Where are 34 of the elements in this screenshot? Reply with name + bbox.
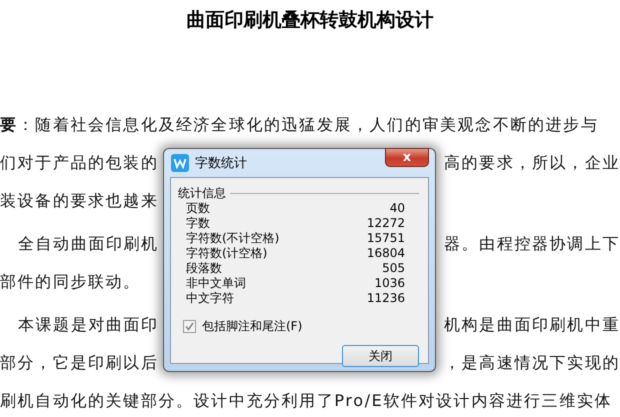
close-button[interactable]: x bbox=[385, 148, 429, 167]
document-title: 曲面印刷机叠杯转鼓机构设计 bbox=[186, 8, 434, 33]
paragraph-text: 高的要求，所以，企业 bbox=[444, 153, 620, 173]
stat-label: 字符数(不计空格) bbox=[186, 231, 280, 246]
stat-value: 11236 bbox=[366, 291, 405, 306]
close-dialog-button[interactable]: 关闭 bbox=[342, 345, 419, 367]
stat-value: 1036 bbox=[374, 276, 405, 291]
paragraph-text: 部分，它是印刷以后 bbox=[0, 353, 158, 373]
stat-value: 505 bbox=[382, 261, 405, 276]
paragraph-text: 本课题是对曲面印 bbox=[18, 315, 159, 335]
group-label: 统计信息 bbox=[178, 184, 226, 202]
paragraph-text: 部件的同步联动。 bbox=[0, 272, 141, 292]
paragraph-text: 刷机自动化的关键部分。设计中充分利用了Pro/E软件对设计内容进行三维实体 bbox=[0, 391, 612, 411]
stat-value: 12272 bbox=[366, 216, 405, 231]
dialog-title: 字数统计 bbox=[195, 155, 247, 172]
paragraph-text: 们对于产品的包装的 bbox=[0, 153, 158, 173]
stat-label: 字数 bbox=[186, 216, 210, 231]
checkbox[interactable] bbox=[183, 320, 196, 333]
stat-value: 16804 bbox=[366, 246, 405, 261]
stat-label: 段落数 bbox=[186, 261, 222, 276]
stat-label: 非中文单词 bbox=[186, 276, 246, 291]
paragraph-text: 装设备的要求也越来 bbox=[0, 191, 158, 211]
checkbox-label[interactable]: 包括脚注和尾注(F) bbox=[202, 318, 302, 335]
paragraph-text: 全自动曲面印刷机 bbox=[18, 234, 159, 254]
paragraph-text: 要：随着社会信息化及经济全球化的迅猛发展，人们的审美观念不断的进步与 bbox=[0, 115, 598, 135]
paragraph-text: 机构是曲面印刷机中重 bbox=[444, 315, 620, 335]
stat-label: 字符数(计空格) bbox=[186, 246, 268, 261]
paragraph-text: 器。由程控器协调上下 bbox=[444, 234, 620, 254]
stat-label: 中文字符 bbox=[186, 291, 234, 306]
paragraph-text: ，是高速情况下实现的 bbox=[444, 353, 620, 373]
stat-value: 40 bbox=[390, 201, 405, 216]
stat-label: 页数 bbox=[186, 201, 210, 216]
app-logo-icon bbox=[171, 154, 189, 172]
stat-value: 15751 bbox=[366, 231, 405, 246]
